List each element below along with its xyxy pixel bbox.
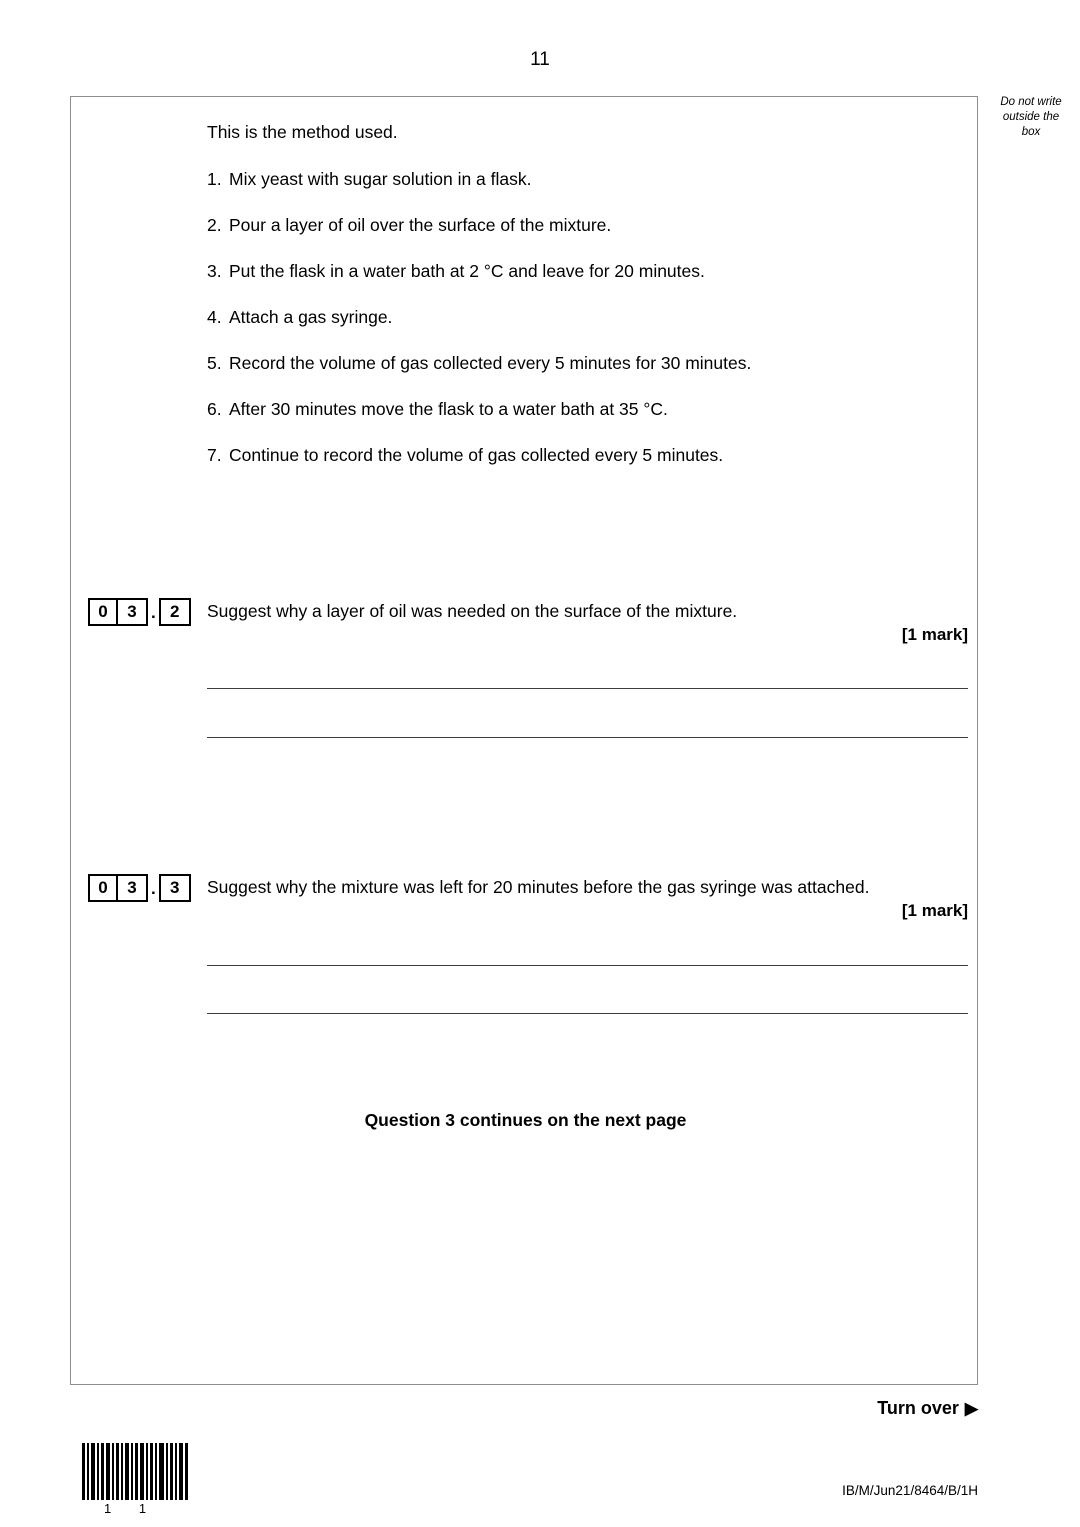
method-steps-list: 1. Mix yeast with sugar solution in a fla… [207,168,977,490]
question-number-main-digits: 0 3 [88,598,148,626]
question-text-03-2: Suggest why a layer of oil was needed on… [207,601,738,621]
method-step: 5. Record the volume of gas collected eve… [207,352,977,398]
question-digit-3: 2 [170,602,180,621]
method-step-number: 6. [207,399,222,419]
question-number-separator: . [151,603,156,622]
method-step-text: Pour a layer of oil over the surface of … [229,215,612,235]
method-step-text: Record the volume of gas collected every… [229,353,752,373]
method-step-number: 3. [207,261,222,281]
question-digit-1: 0 [90,600,118,624]
turn-over-arrow-icon: ▶ [964,1399,978,1418]
method-step-text: Mix yeast with sugar solution in a flask… [229,169,532,189]
question-digit-1: 0 [90,876,118,900]
margin-note-line-3: box [1021,126,1041,138]
question-digit-3: 3 [170,878,180,897]
turn-over-label: Turn over [877,1398,959,1418]
page-number: 11 [530,49,550,70]
barcode-group: 1 1 [82,1443,192,1517]
method-step: 2. Pour a layer of oil over the surface o… [207,214,977,260]
method-step: 4. Attach a gas syringe. [207,306,977,352]
margin-note-line-2: outside the [1002,111,1060,123]
method-step-text: Continue to record the volume of gas col… [229,445,724,465]
question-number-main-digits: 0 3 [88,874,148,902]
method-step: 7. Continue to record the volume of gas c… [207,444,977,490]
question-number-separator: . [151,879,156,898]
question-number-03-2: 0 3 . 2 [88,598,191,626]
answer-line[interactable] [207,965,968,966]
document-reference-code: IB/M/Jun21/8464/B/1H [842,1483,978,1498]
question-marks-03-3: [1 mark] [901,901,968,920]
question-number-sub-digit-box: 2 [158,598,191,626]
method-step-text: Put the flask in a water bath at 2 °C an… [229,261,705,281]
method-step-number: 4. [207,307,222,327]
turn-over-notice: Turn over ▶ [0,1396,978,1421]
answer-line[interactable] [207,1013,968,1014]
margin-note-line-1: Do not write [1000,96,1062,108]
question-number-sub-digit-box: 3 [158,874,191,902]
method-step: 1. Mix yeast with sugar solution in a fla… [207,168,977,214]
question-number-03-3: 0 3 . 3 [88,874,191,902]
question-digit-2: 3 [127,602,137,621]
method-step-number: 7. [207,445,222,465]
question-marks-03-2: [1 mark] [901,625,968,644]
question-digit-2: 3 [127,878,137,897]
method-step: 6. After 30 minutes move the flask to a w… [207,398,977,444]
method-step: 3. Put the flask in a water bath at 2 °C … [207,260,977,306]
question-continues-notice: Question 3 continues on the next page [364,1110,687,1130]
method-step-text: After 30 minutes move the flask to a wat… [229,399,668,419]
do-not-write-outside-box-note: Do not write outside the box [986,95,1076,140]
answer-line[interactable] [207,688,968,689]
question-text-03-3: Suggest why the mixture was left for 20 … [207,877,870,897]
barcode-label: 1 1 [104,1501,159,1516]
method-step-number: 5. [207,353,222,373]
method-step-number: 2. [207,215,222,235]
method-intro-text: This is the method used. [207,122,398,142]
answer-line[interactable] [207,737,968,738]
method-step-number: 1. [207,169,222,189]
method-step-text: Attach a gas syringe. [229,307,393,327]
